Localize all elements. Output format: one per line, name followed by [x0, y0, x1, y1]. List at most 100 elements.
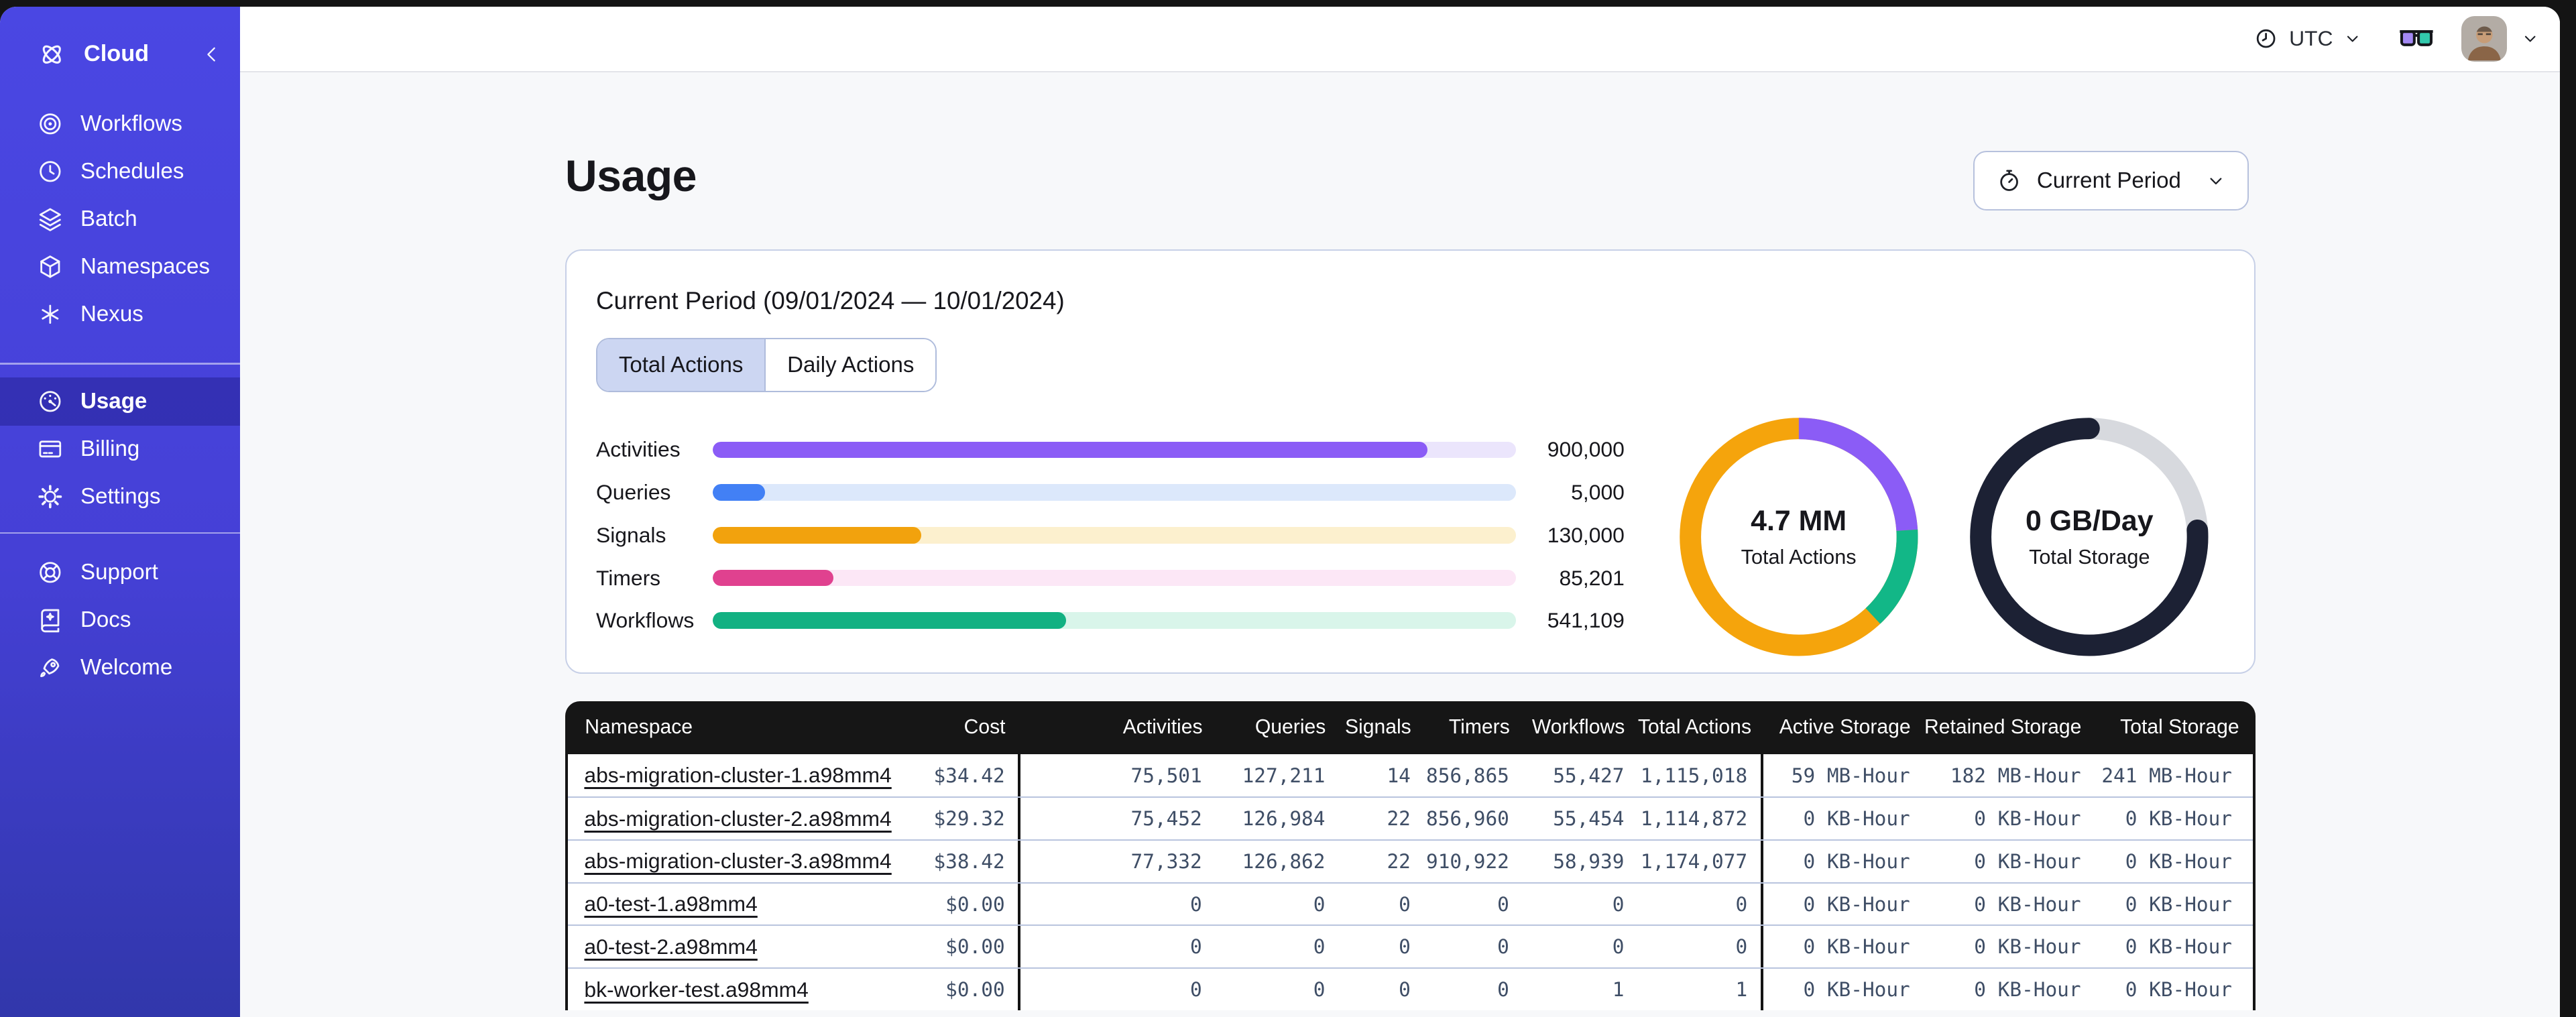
avatar — [2461, 15, 2508, 62]
namespace-link[interactable]: abs-migration-cluster-1.a98mm4 — [584, 763, 891, 788]
donut-ring — [1679, 418, 1918, 656]
table-header-row: Namespace Cost Activities Queries Signals Tim… — [565, 701, 2256, 754]
table-row: abs-migration-cluster-2.a98mm4 $29.32 75,4… — [567, 796, 2253, 840]
namespace-link[interactable]: a0-test-1.a98mm4 — [584, 892, 757, 916]
column-header-active-storage: Active Storage — [1779, 716, 1911, 739]
donut-ring — [1970, 418, 2209, 656]
cell-workflows: 58,939 — [1553, 849, 1625, 873]
temporal-logo-icon — [42, 45, 61, 64]
bar-value: 5,000 — [1571, 480, 1625, 505]
cell-queries: 126,984 — [1242, 807, 1326, 831]
sidebar-item-label: Support — [80, 559, 158, 585]
welcome-rocket-icon — [40, 658, 60, 678]
sidebar-item-workflows[interactable]: Workflows — [0, 100, 240, 147]
actions-bar-chart: Activities 900,000 Queries 5,000 Signals 130,… — [596, 428, 1625, 642]
billing-card-icon — [39, 440, 62, 458]
chevron-down-icon — [2347, 36, 2358, 42]
sidebar-item-support[interactable]: Support — [0, 548, 240, 596]
column-header-total-storage: Total Storage — [2120, 716, 2239, 739]
cell-cost: $29.32 — [933, 807, 1005, 831]
sidebar-item-schedules[interactable]: Schedules — [0, 147, 240, 195]
topbar: UTC — [239, 6, 2560, 72]
namespace-link[interactable]: a0-test-2.a98mm4 — [584, 935, 757, 959]
sidebar-brand-row[interactable]: Cloud — [0, 29, 240, 79]
bar-label: Timers — [595, 565, 661, 590]
column-header-signals: Signals — [1344, 716, 1411, 739]
sidebar-item-usage[interactable]: Usage — [0, 377, 240, 426]
bar-row-workflows: Workflows 541,109 — [596, 599, 1625, 642]
sidebar-item-welcome[interactable]: Welcome — [0, 644, 240, 691]
bar-value: 85,201 — [1559, 565, 1625, 590]
bar-fill — [712, 527, 922, 544]
sidebar-item-settings[interactable]: Settings — [0, 473, 240, 521]
namespace-usage-table: Namespace Cost Activities Queries Signals Tim… — [565, 701, 2256, 1010]
bar-fill — [712, 612, 1067, 629]
cell-total-actions: 1 — [1735, 978, 1748, 1002]
cell-total-storage: 0 KB-Hour — [2125, 807, 2232, 831]
card-title: Current Period (09/01/2024 — 10/01/2024) — [595, 287, 1065, 315]
sidebar-item-namespaces[interactable]: Namespaces — [0, 243, 240, 291]
cell-total-storage: 0 KB-Hour — [2125, 892, 2232, 916]
column-header-retained-storage: Retained Storage — [1924, 716, 2082, 739]
chevron-down-icon — [2210, 178, 2222, 184]
sidebar-item-label: Workflows — [80, 111, 182, 136]
bar-label: Activities — [595, 437, 681, 462]
cell-active-storage: 0 KB-Hour — [1760, 798, 1924, 840]
sidebar: Cloud Workflows Schedules Batch Namespac… — [0, 6, 240, 1017]
nexus-asterisk-icon — [42, 304, 59, 324]
cell-queries: 0 — [1313, 978, 1326, 1002]
cell-workflows: 0 — [1612, 892, 1625, 916]
namespace-link[interactable]: bk-worker-test.a98mm4 — [584, 977, 808, 1002]
tab-daily-actions[interactable]: Daily Actions — [764, 339, 936, 392]
sidebar-item-billing[interactable]: Billing — [0, 426, 240, 473]
account-menu-button[interactable] — [2461, 15, 2540, 62]
cell-namespace: abs-migration-cluster-2.a98mm4 — [568, 798, 896, 839]
bar-row-timers: Timers 85,201 — [596, 556, 1625, 599]
cell-total-actions: 1,174,077 — [1640, 849, 1748, 873]
sidebar-item-label: Docs — [80, 607, 131, 632]
cell-total-storage: 0 KB-Hour — [2125, 849, 2232, 873]
table-body: abs-migration-cluster-1.a98mm4 $34.42 75,5… — [565, 754, 2256, 1010]
cell-total-storage: 0 KB-Hour — [2125, 978, 2232, 1002]
cell-total-actions: 1,114,872 — [1640, 807, 1748, 831]
namespace-link[interactable]: abs-migration-cluster-2.a98mm4 — [584, 806, 891, 831]
table-row: abs-migration-cluster-3.a98mm4 $38.42 77,3… — [567, 839, 2253, 882]
cell-timers: 910,922 — [1426, 849, 1509, 873]
period-selector-label: Current Period — [2036, 168, 2181, 193]
sidebar-nav-main: Workflows Schedules Batch Namespaces Nex… — [0, 100, 240, 338]
screenshot-stage: Cloud Workflows Schedules Batch Namespac… — [0, 0, 2576, 1017]
cell-timers: 856,865 — [1426, 764, 1509, 787]
cell-workflows: 1 — [1612, 978, 1625, 1002]
feedback-glasses-button[interactable] — [2398, 26, 2435, 51]
namespaces-cube-icon — [40, 255, 60, 278]
cell-signals: 22 — [1387, 849, 1411, 873]
sidebar-item-batch[interactable]: Batch — [0, 196, 240, 243]
usage-summary-card: Current Period (09/01/2024 — 10/01/2024)… — [565, 249, 2256, 674]
chevron-left-icon — [207, 47, 215, 62]
cell-active-storage: 0 KB-Hour — [1760, 841, 1924, 882]
cell-active-storage: 0 KB-Hour — [1760, 969, 1924, 1010]
cell-queries: 126,862 — [1242, 849, 1326, 873]
collapse-sidebar-button[interactable] — [200, 43, 223, 66]
sidebar-item-nexus[interactable]: Nexus — [0, 291, 240, 339]
support-lifering-icon — [40, 562, 61, 583]
actions-tab-group: Total Actions Daily Actions — [595, 338, 937, 393]
namespace-link[interactable]: abs-migration-cluster-3.a98mm4 — [584, 849, 891, 874]
table-row: abs-migration-cluster-1.a98mm4 $34.42 75,5… — [567, 754, 2253, 797]
cell-workflows: 0 — [1612, 935, 1625, 959]
stopwatch-icon — [1999, 170, 2018, 191]
period-selector-button[interactable]: Current Period — [1973, 151, 2249, 211]
cell-signals: 0 — [1399, 935, 1411, 959]
cell-workflows: 55,427 — [1553, 764, 1625, 787]
bar-fill — [712, 441, 1428, 459]
cell-total-actions: 1,115,018 — [1640, 764, 1748, 787]
bar-value: 130,000 — [1547, 522, 1625, 547]
cell-activities: 75,501 — [1018, 754, 1215, 797]
cell-cost: $0.00 — [945, 892, 1005, 916]
sidebar-item-docs[interactable]: Docs — [0, 596, 240, 644]
cell-active-storage: 0 KB-Hour — [1760, 926, 1924, 968]
tab-total-actions[interactable]: Total Actions — [597, 339, 765, 392]
timezone-selector[interactable]: UTC — [2243, 24, 2372, 54]
page-title: Usage — [565, 152, 697, 202]
timezone-label: UTC — [2289, 26, 2333, 51]
